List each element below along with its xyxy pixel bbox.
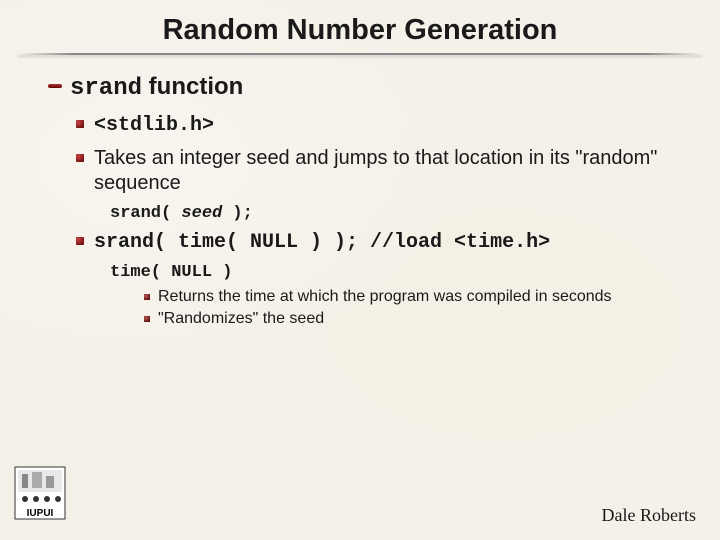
bullet-srand-time-text: srand( time( NULL ) ); //load <time.h> [94,231,550,254]
heading-code: srand [70,75,142,102]
code-prefix: srand( [110,204,181,223]
heading-srand-function: srand function [48,73,672,102]
heading-rest: function [142,73,243,100]
subbullet-returns-time: Returns the time at which the program wa… [144,288,672,306]
title-divider [18,53,702,55]
author-name: Dale Roberts [602,505,696,526]
svg-text:IUPUI: IUPUI [27,508,54,519]
bullet-stdlib: <stdlib.h> [76,112,672,138]
bullet-srand-time: srand( time( NULL ) ); //load <time.h> [76,229,672,255]
slide-title: Random Number Generation [0,0,720,53]
subbullet-randomizes: "Randomizes" the seed [144,310,672,328]
code-time-null: time( NULL ) [110,263,672,282]
bullet-stdlib-text: <stdlib.h> [94,114,214,137]
code-suffix: ); [222,204,253,223]
iupui-logo: IUPUI [14,466,66,520]
slide-content: srand function <stdlib.h> Takes an integ… [0,73,720,328]
code-srand-seed: srand( seed ); [110,204,672,223]
bullet-description: Takes an integer seed and jumps to that … [76,146,672,196]
code-seed-italic: seed [181,204,222,223]
